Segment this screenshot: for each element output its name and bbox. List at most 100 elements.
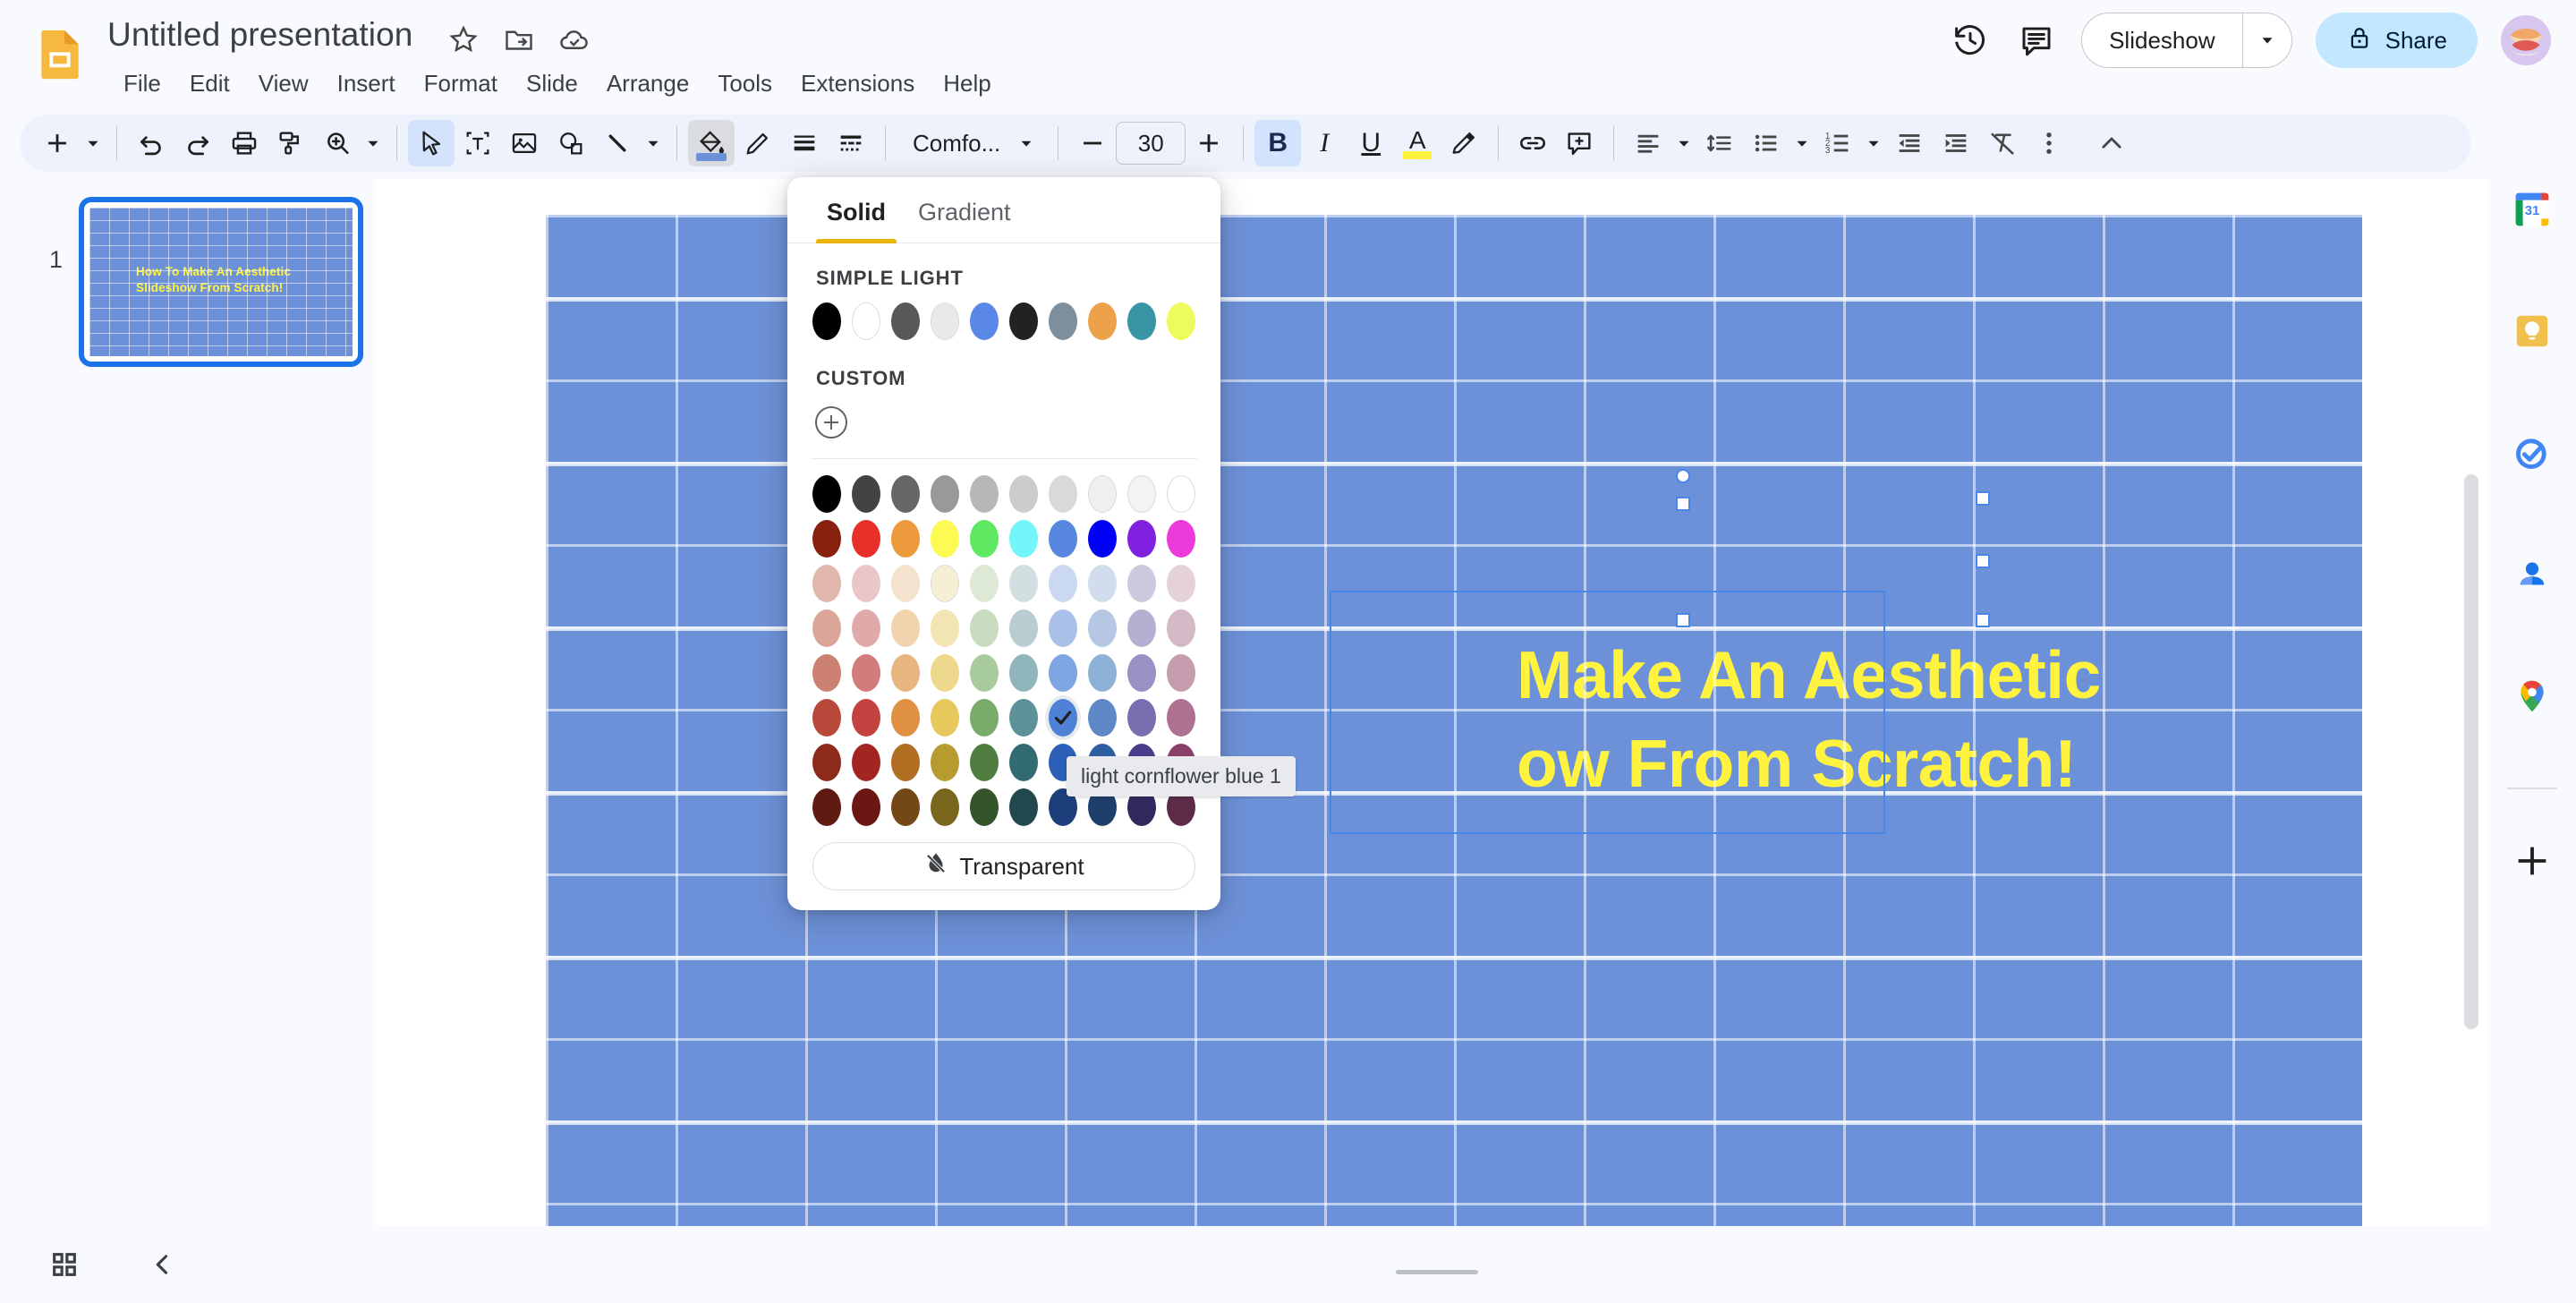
color-swatch-4-9[interactable] <box>1167 654 1195 692</box>
user-avatar-icon[interactable] <box>2501 15 2551 65</box>
resize-handle-bottom[interactable] <box>1676 613 1690 627</box>
bulleted-list-caret-icon[interactable] <box>1790 120 1815 166</box>
color-swatch-5-0[interactable] <box>812 699 841 737</box>
color-swatch-5-5[interactable] <box>1009 699 1038 737</box>
color-swatch-5-3[interactable] <box>931 699 959 737</box>
grid-view-icon[interactable] <box>39 1239 89 1290</box>
color-swatch-5-8[interactable] <box>1127 699 1156 737</box>
new-slide-button[interactable] <box>34 120 81 166</box>
color-swatch-3-6[interactable] <box>1049 609 1077 647</box>
collapse-filmstrip-icon[interactable] <box>138 1239 188 1290</box>
numbered-list-button[interactable]: 123 <box>1815 120 1861 166</box>
zoom-button[interactable] <box>314 120 361 166</box>
menu-view[interactable]: View <box>244 64 323 103</box>
tab-solid[interactable]: Solid <box>811 177 902 243</box>
theme-swatch-1[interactable] <box>852 302 880 340</box>
color-swatch-3-4[interactable] <box>970 609 999 647</box>
new-slide-caret-icon[interactable] <box>81 120 106 166</box>
theme-swatch-7[interactable] <box>1088 302 1117 340</box>
color-swatch-6-5[interactable] <box>1009 744 1038 781</box>
bold-button[interactable]: B <box>1254 120 1302 166</box>
color-swatch-0-2[interactable] <box>891 475 920 513</box>
italic-button[interactable]: I <box>1301 120 1348 166</box>
color-swatch-3-5[interactable] <box>1009 609 1038 647</box>
color-swatch-0-5[interactable] <box>1009 475 1038 513</box>
color-swatch-6-1[interactable] <box>852 744 880 781</box>
color-swatch-4-2[interactable] <box>891 654 920 692</box>
color-swatch-1-6[interactable] <box>1049 520 1077 558</box>
collapse-toolbar-button[interactable] <box>2088 120 2135 166</box>
color-swatch-3-7[interactable] <box>1088 609 1117 647</box>
color-swatch-0-1[interactable] <box>852 475 880 513</box>
add-addon-icon[interactable] <box>2502 830 2563 891</box>
theme-swatch-2[interactable] <box>891 302 920 340</box>
menu-arrange[interactable]: Arrange <box>592 64 704 103</box>
speaker-notes-resize-handle[interactable] <box>1396 1270 1478 1274</box>
menu-edit[interactable]: Edit <box>175 64 244 103</box>
fill-color-button[interactable] <box>688 120 735 166</box>
version-history-icon[interactable] <box>1949 19 1992 62</box>
numbered-list-caret-icon[interactable] <box>1861 120 1886 166</box>
align-caret-icon[interactable] <box>1671 120 1696 166</box>
filmstrip-slide-1[interactable]: 1 How To Make An Aesthetic Slideshow Fro… <box>36 197 363 367</box>
color-swatch-0-3[interactable] <box>931 475 959 513</box>
selected-textbox-outline[interactable] <box>1330 591 1885 834</box>
color-swatch-3-9[interactable] <box>1167 609 1195 647</box>
slideshow-caret-icon[interactable] <box>2243 13 2291 67</box>
color-swatch-selected[interactable] <box>1049 699 1077 737</box>
color-swatch-1-2[interactable] <box>891 520 920 558</box>
color-swatch-2-8[interactable] <box>1127 565 1156 602</box>
line-button[interactable] <box>594 120 641 166</box>
color-swatch-3-1[interactable] <box>852 609 880 647</box>
google-calendar-icon[interactable]: 31 <box>2502 179 2563 240</box>
font-size-increase-button[interactable] <box>1186 120 1232 166</box>
color-swatch-7-1[interactable] <box>852 788 880 826</box>
border-color-button[interactable] <box>735 120 781 166</box>
theme-swatch-5[interactable] <box>1009 302 1038 340</box>
color-swatch-6-2[interactable] <box>891 744 920 781</box>
google-contacts-icon[interactable] <box>2502 544 2563 605</box>
color-swatch-3-8[interactable] <box>1127 609 1156 647</box>
rotation-handle[interactable] <box>1676 469 1690 483</box>
theme-swatch-4[interactable] <box>970 302 999 340</box>
color-swatch-4-7[interactable] <box>1088 654 1117 692</box>
add-comment-button[interactable] <box>1556 120 1603 166</box>
increase-indent-button[interactable] <box>1933 120 1979 166</box>
color-swatch-2-9[interactable] <box>1167 565 1195 602</box>
google-maps-icon[interactable] <box>2502 666 2563 727</box>
theme-swatch-6[interactable] <box>1049 302 1077 340</box>
color-swatch-2-6[interactable] <box>1049 565 1077 602</box>
menu-help[interactable]: Help <box>929 64 1005 103</box>
more-options-button[interactable] <box>2026 120 2072 166</box>
color-swatch-4-6[interactable] <box>1049 654 1077 692</box>
zoom-caret-icon[interactable] <box>361 120 386 166</box>
color-swatch-1-0[interactable] <box>812 520 841 558</box>
color-swatch-0-9[interactable] <box>1167 475 1195 513</box>
color-swatch-4-5[interactable] <box>1009 654 1038 692</box>
border-dash-button[interactable] <box>828 120 874 166</box>
transparent-button[interactable]: Transparent <box>812 842 1195 890</box>
insert-link-button[interactable] <box>1509 120 1556 166</box>
color-swatch-2-0[interactable] <box>812 565 841 602</box>
theme-swatch-8[interactable] <box>1127 302 1156 340</box>
color-swatch-1-8[interactable] <box>1127 520 1156 558</box>
tab-gradient[interactable]: Gradient <box>902 177 1027 243</box>
undo-button[interactable] <box>128 120 174 166</box>
insert-image-button[interactable] <box>501 120 548 166</box>
color-swatch-2-4[interactable] <box>970 565 999 602</box>
color-swatch-6-3[interactable] <box>931 744 959 781</box>
bulleted-list-button[interactable] <box>1743 120 1790 166</box>
color-swatch-6-0[interactable] <box>812 744 841 781</box>
print-button[interactable] <box>221 120 268 166</box>
color-swatch-5-7[interactable] <box>1088 699 1117 737</box>
font-size-input[interactable] <box>1116 122 1186 165</box>
font-family-select[interactable]: Comfo... <box>897 120 1047 166</box>
resize-handle-top-right[interactable] <box>1976 491 1990 506</box>
color-swatch-2-1[interactable] <box>852 565 880 602</box>
color-swatch-7-0[interactable] <box>812 788 841 826</box>
resize-handle-bottom-right[interactable] <box>1976 613 1990 627</box>
resize-handle-right[interactable] <box>1976 554 1990 568</box>
redo-button[interactable] <box>174 120 221 166</box>
document-title[interactable]: Untitled presentation <box>107 16 412 54</box>
decrease-indent-button[interactable] <box>1886 120 1933 166</box>
